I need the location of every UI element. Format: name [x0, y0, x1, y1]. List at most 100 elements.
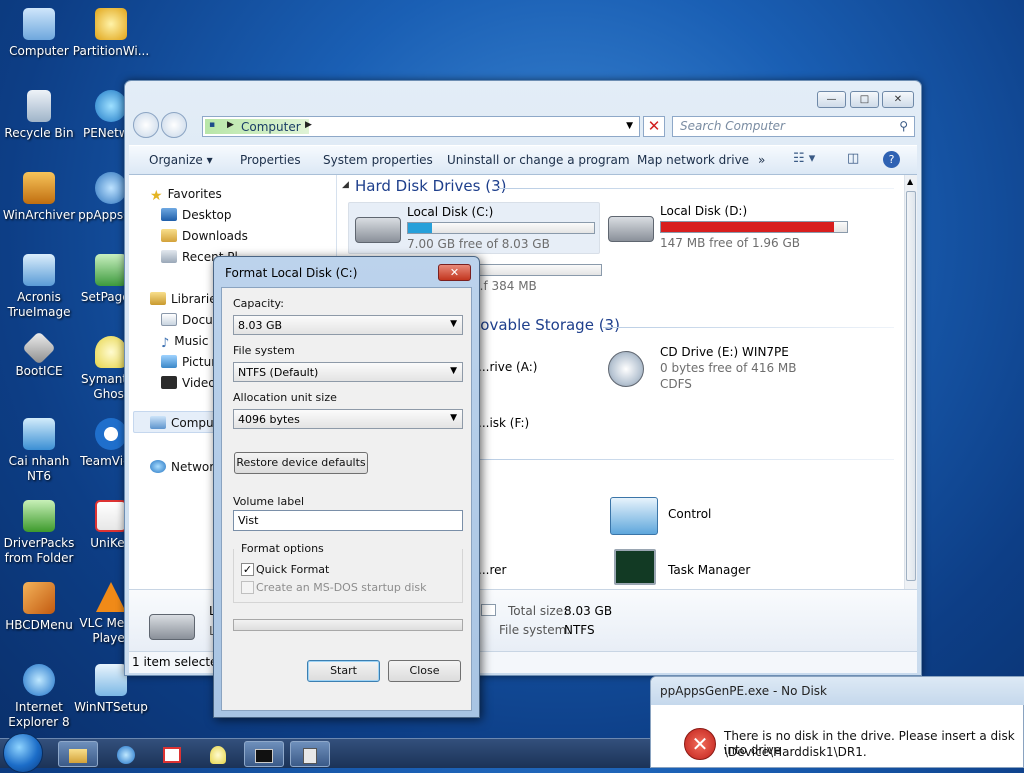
- drive-e[interactable]: CD Drive (E:) WIN7PE 0 bytes free of 416…: [602, 343, 854, 395]
- organize-menu[interactable]: Organize ▾: [149, 153, 213, 167]
- start-button-orb[interactable]: [3, 733, 43, 773]
- drive-free-space: 7.00 GB free of 8.03 GB: [407, 237, 550, 251]
- desktop-icon-cainhanh[interactable]: Cai nhanh NT6: [0, 418, 78, 484]
- filesystem-select[interactable]: NTFS (Default) ▼: [233, 362, 463, 382]
- drive-f-name[interactable]: ...isk (F:): [478, 416, 529, 430]
- desktop-icon-acronis[interactable]: Acronis TrueImage: [0, 254, 78, 320]
- quick-format-label[interactable]: Quick Format: [256, 563, 329, 576]
- desktop-icon-partitionwizard[interactable]: PartitionWi...: [72, 8, 150, 59]
- address-bar[interactable]: ▪ ▶ Computer ▶ ▼: [202, 116, 640, 137]
- cmd-icon: [255, 748, 273, 763]
- search-icon[interactable]: ⚲: [899, 119, 908, 133]
- close-dialog-button[interactable]: Close: [388, 660, 461, 682]
- scrollbar-thumb[interactable]: [906, 191, 916, 581]
- unikey-icon: [95, 500, 127, 532]
- recycle-bin-icon: [27, 90, 51, 122]
- more-commands-button[interactable]: »: [758, 153, 765, 167]
- system-properties-button[interactable]: System properties: [323, 153, 433, 167]
- scroll-up-arrow[interactable]: ▲: [907, 177, 913, 186]
- format-options-group: [233, 549, 463, 603]
- minimize-button[interactable]: —: [817, 91, 846, 108]
- computer-icon: [150, 416, 166, 429]
- bootice-icon: [22, 331, 56, 365]
- properties-button[interactable]: Properties: [240, 153, 301, 167]
- control-panel-label[interactable]: Control: [668, 507, 711, 521]
- error-icon: ✕: [684, 728, 716, 760]
- dialog-body: Capacity: 8.03 GB ▼ File system NTFS (Def…: [221, 287, 472, 711]
- nav-downloads[interactable]: Downloads: [161, 229, 248, 243]
- taskbar-explorer-button[interactable]: [58, 741, 98, 767]
- msdos-startup-checkbox[interactable]: [241, 581, 254, 594]
- partition-wizard-icon: [95, 8, 127, 40]
- group-header-hard-disk[interactable]: Hard Disk Drives (3): [355, 177, 506, 195]
- filesystem-value: NTFS (Default): [238, 366, 319, 379]
- address-dropdown-icon[interactable]: ▼: [626, 121, 633, 131]
- error-dialog: ppAppsGenPE.exe - No Disk ✕ There is no …: [650, 676, 1024, 768]
- nav-libraries[interactable]: Libraries: [150, 292, 223, 306]
- help-icon[interactable]: ?: [883, 151, 900, 168]
- network-globe-icon: [95, 90, 127, 122]
- quick-format-checkbox[interactable]: ✓: [241, 563, 254, 576]
- taskbar-ie-button[interactable]: [106, 741, 146, 767]
- breadcrumb-arrow[interactable]: ▶: [305, 120, 312, 130]
- control-panel-icon[interactable]: [610, 497, 658, 535]
- drive-free-space: 0 bytes free of 416 MB: [660, 361, 797, 375]
- taskbar-cmd-button[interactable]: [244, 741, 284, 767]
- start-button[interactable]: Start: [307, 660, 380, 682]
- drive-c[interactable]: Local Disk (C:) 7.00 GB free of 8.03 GB: [348, 202, 600, 254]
- ghost-icon: [95, 336, 127, 368]
- icon-label: WinArchiver: [2, 208, 76, 222]
- task-manager-icon[interactable]: [614, 549, 656, 585]
- nav-network[interactable]: Network: [150, 460, 221, 474]
- close-button[interactable]: ✕: [882, 91, 914, 108]
- install-icon: [23, 418, 55, 450]
- taskbar: [0, 733, 650, 773]
- taskbar-format-button[interactable]: [290, 741, 330, 767]
- breadcrumb-computer[interactable]: Computer: [241, 120, 301, 134]
- drive-name: Local Disk (D:): [660, 204, 748, 218]
- details-usage-bar: [481, 604, 496, 616]
- details-total-size-label: Total size:: [508, 604, 568, 618]
- explorer-item-partial[interactable]: ...rer: [478, 563, 506, 577]
- icon-label: Acronis TrueImage: [7, 290, 71, 319]
- desktop-icon-hbcdmenu[interactable]: HBCDMenu: [0, 582, 78, 633]
- uninstall-program-button[interactable]: Uninstall or change a program: [447, 153, 630, 167]
- nav-favorites[interactable]: ★ Favorites: [150, 187, 222, 204]
- nav-label: Favorites: [167, 187, 222, 201]
- group-collapse-icon[interactable]: ◢: [342, 180, 349, 190]
- ie-icon: [23, 664, 55, 696]
- map-network-drive-button[interactable]: Map network drive: [637, 153, 749, 167]
- task-manager-label[interactable]: Task Manager: [668, 563, 750, 577]
- desktop-icon-winarchiver[interactable]: WinArchiver: [0, 172, 78, 223]
- vertical-scrollbar[interactable]: ▲ ▼: [904, 175, 917, 651]
- back-button[interactable]: [133, 112, 159, 138]
- search-input[interactable]: Search Computer ⚲: [672, 116, 915, 137]
- desktop-icon-recyclebin[interactable]: Recycle Bin: [0, 90, 78, 141]
- downloads-folder-icon: [161, 229, 177, 242]
- breadcrumb-root-arrow[interactable]: ▶: [227, 120, 234, 130]
- restore-defaults-button[interactable]: Restore device defaults: [234, 452, 368, 474]
- preview-pane-icon[interactable]: ◫: [847, 151, 859, 166]
- desktop-icon-computer[interactable]: Computer: [0, 8, 78, 59]
- maximize-button[interactable]: □: [850, 91, 879, 108]
- view-options-icon[interactable]: ☷ ▾: [793, 151, 815, 166]
- forward-button[interactable]: [161, 112, 187, 138]
- allocation-select[interactable]: 4096 bytes ▼: [233, 409, 463, 429]
- address-clear-button[interactable]: ✕: [643, 116, 665, 137]
- drive-file-system: CDFS: [660, 377, 692, 391]
- desktop-icon-driverpacks[interactable]: DriverPacks from Folder: [0, 500, 78, 566]
- drive-usage-bar: [407, 222, 595, 234]
- nav-desktop[interactable]: Desktop: [161, 208, 232, 222]
- dialog-close-button[interactable]: ✕: [438, 264, 471, 281]
- volume-label-input[interactable]: Vist: [233, 510, 463, 531]
- taskbar-ghost-button[interactable]: [198, 741, 238, 767]
- icon-label: Recycle Bin: [4, 126, 74, 140]
- floppy-drive-name[interactable]: ...rive (A:): [478, 360, 537, 374]
- group-header-removable[interactable]: ...ovable Storage (3): [466, 316, 620, 334]
- taskbar-unikey-button[interactable]: [152, 741, 192, 767]
- desktop-icon-ie[interactable]: Internet Explorer 8: [0, 664, 78, 730]
- desktop-icon-bootice[interactable]: BootICE: [0, 331, 78, 379]
- drive-d[interactable]: Local Disk (D:) 147 MB free of 1.96 GB: [602, 202, 854, 254]
- nav-music[interactable]: ♪ Music: [161, 334, 208, 351]
- capacity-select[interactable]: 8.03 GB ▼: [233, 315, 463, 335]
